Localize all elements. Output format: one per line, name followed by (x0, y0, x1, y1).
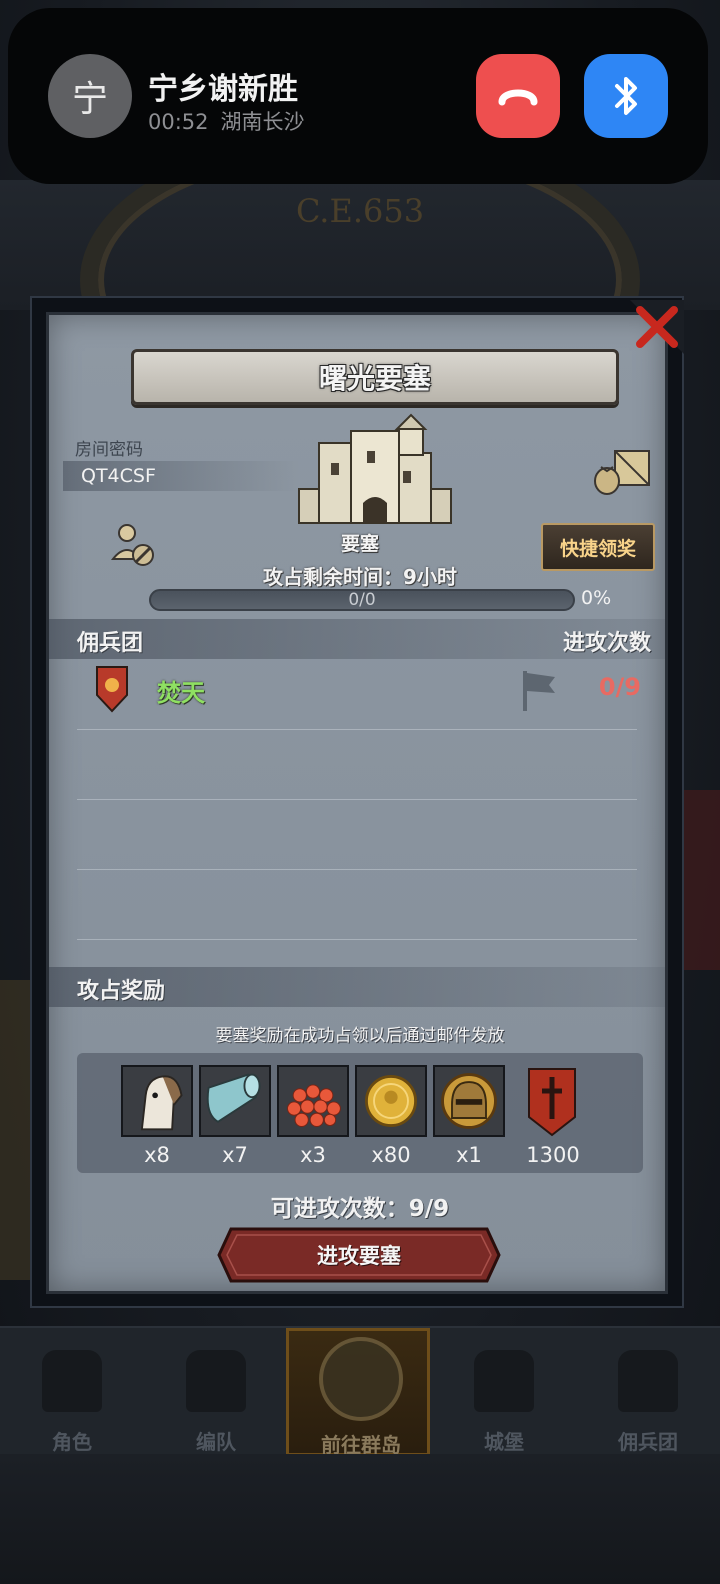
room-password-value: QT4CSF (63, 461, 299, 491)
horse-icon (123, 1067, 191, 1135)
mercenary-name: 焚天 (157, 679, 205, 707)
nav-item-formation[interactable]: 编队 (144, 1328, 288, 1456)
reward-item-horse[interactable] (121, 1065, 193, 1137)
row-divider (77, 939, 637, 940)
capture-progress-percent: 0% (581, 587, 612, 609)
row-divider (77, 729, 637, 730)
rewards-header: 攻占奖励 (77, 979, 166, 1004)
capture-progress-bar: 0/0 (149, 589, 575, 611)
mercenary-section-header: 佣兵团 进攻次数 (49, 619, 665, 659)
fortress-castle-icon (298, 413, 452, 524)
rewards-note: 要塞奖励在成功占领以后通过邮件发放 (215, 1026, 505, 1046)
background-right-panel (680, 790, 720, 970)
attack-button-label: 进攻要塞 (317, 1244, 401, 1268)
guild-shield-icon (96, 666, 128, 713)
available-attacks: 可进攻次数：9/9 (270, 1196, 450, 1222)
era-label: C.E.653 (295, 192, 425, 230)
mercenary-header: 佣兵团 (77, 631, 144, 656)
attack-fortress-button[interactable]: 进攻要塞 (217, 1227, 501, 1283)
attack-count-header: 进攻次数 (562, 631, 651, 656)
dialog-title-plank: 曙光要塞 (131, 349, 619, 405)
hang-up-button[interactable] (476, 54, 560, 138)
bluetooth-button[interactable] (584, 54, 668, 138)
nav-label: 角色 (52, 1430, 92, 1454)
row-divider (77, 799, 637, 800)
reward-qty: x3 (300, 1143, 326, 1167)
caller-location: 湖南长沙 (220, 110, 305, 134)
fortress-dialog: 曙光要塞 房间密码 QT4CSF 要塞 快捷领奖 攻占剩余时间：9小时 0/0 … (30, 296, 684, 1308)
mercenary-row[interactable]: 焚天 0/9 (49, 661, 665, 731)
close-icon[interactable] (630, 300, 684, 354)
reward-qty: x1 (456, 1143, 482, 1167)
rewards-section-header: 攻占奖励 (49, 967, 665, 1007)
nav-item-castle[interactable]: 城堡 (432, 1328, 576, 1456)
call-details: 00:52 湖南长沙 (148, 106, 317, 136)
cloth-roll-icon (201, 1067, 269, 1135)
nav-label: 城堡 (484, 1430, 524, 1454)
guild-banner-icon[interactable] (527, 1067, 577, 1137)
reward-qty: x8 (144, 1143, 170, 1167)
reward-item-helmet[interactable] (433, 1065, 505, 1137)
islands-compass-icon (319, 1337, 403, 1421)
reward-qty: x7 (222, 1143, 248, 1167)
bottom-area (0, 1454, 720, 1584)
mercenaries-icon (618, 1350, 678, 1412)
reward-item-cloth[interactable] (199, 1065, 271, 1137)
bottom-navigation: 角色 编队 前往群岛 城堡 佣兵团 (0, 1326, 720, 1457)
red-beans-icon (279, 1067, 347, 1135)
row-divider (77, 869, 637, 870)
gold-coin-icon (357, 1067, 425, 1135)
caller-name: 宁乡谢新胜 (148, 72, 298, 107)
dialog-panel: 曙光要塞 房间密码 QT4CSF 要塞 快捷领奖 攻占剩余时间：9小时 0/0 … (46, 312, 668, 1294)
nav-label: 佣兵团 (618, 1430, 678, 1454)
reward-qty: 1300 (526, 1143, 580, 1167)
castle-icon (474, 1350, 534, 1412)
caller-avatar: 宁 (48, 54, 132, 138)
game-screen: C.E.653 宁 宁乡谢新胜 00:52 湖南长沙 曙光要塞 房间密码 QT4C… (0, 0, 720, 1584)
nav-label: 编队 (196, 1430, 236, 1454)
nav-item-character[interactable]: 角色 (0, 1328, 144, 1456)
formation-icon (186, 1350, 246, 1412)
rewards-crate-icon[interactable] (591, 445, 655, 497)
rewards-list: x8 x7 x3 x80 x1 1300 (77, 1053, 643, 1173)
bluetooth-icon (615, 77, 637, 115)
incoming-call-banner[interactable]: 宁 宁乡谢新胜 00:52 湖南长沙 (8, 8, 708, 184)
capture-progress-text: 0/0 (348, 590, 376, 610)
character-icon (42, 1350, 102, 1412)
room-password-label: 房间密码 (75, 440, 143, 460)
nav-item-mercenaries[interactable]: 佣兵团 (576, 1328, 720, 1456)
dialog-title: 曙光要塞 (318, 362, 431, 395)
reward-item-coin[interactable] (355, 1065, 427, 1137)
phone-hangup-icon (498, 89, 538, 106)
mercenary-attack-count: 0/9 (598, 673, 641, 701)
knight-helmet-icon (435, 1067, 503, 1135)
nav-item-islands[interactable]: 前往群岛 (286, 1328, 430, 1457)
remaining-time: 攻占剩余时间：9小时 (263, 565, 457, 589)
reward-item-beans[interactable] (277, 1065, 349, 1137)
reward-qty: x80 (371, 1143, 411, 1167)
call-duration: 00:52 (148, 110, 209, 134)
flag-icon (523, 671, 555, 711)
